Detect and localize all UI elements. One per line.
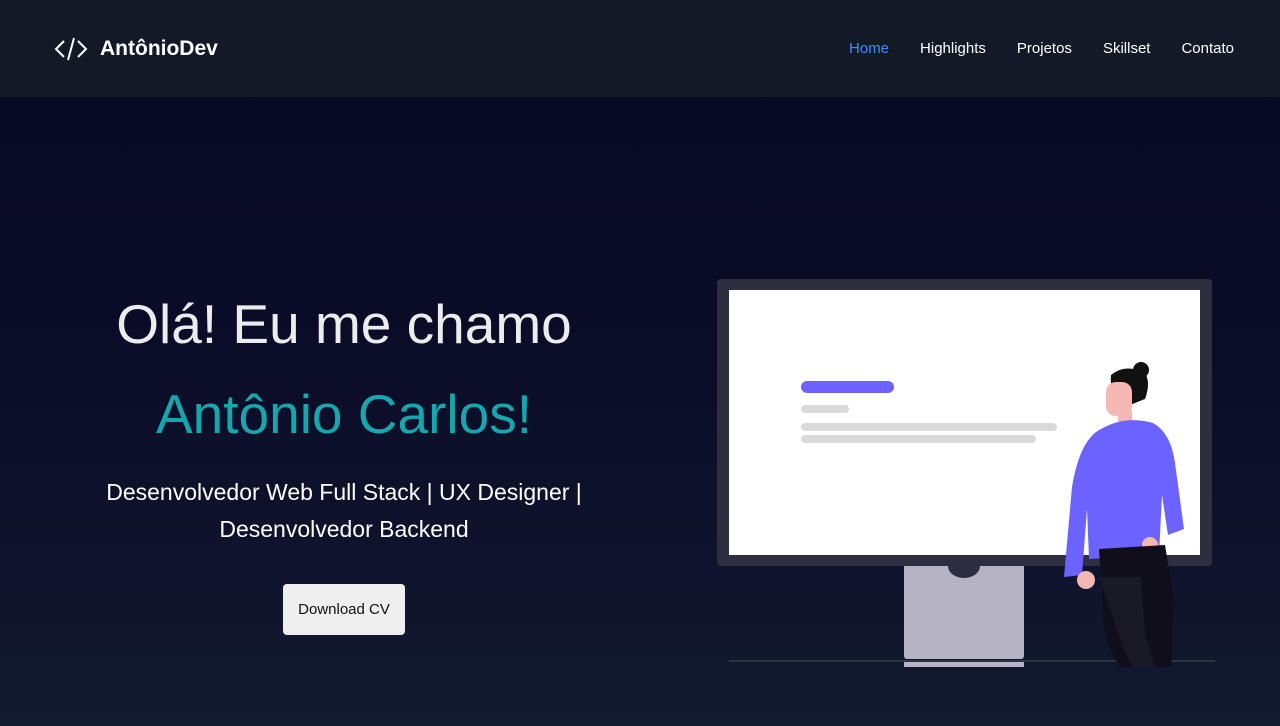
person-face [1106,382,1132,416]
hero-greeting: Olá! Eu me chamo [116,293,572,355]
screen-line [801,423,1057,431]
hero-roles: Desenvolvedor Web Full Stack | UX Design… [70,474,618,548]
hero-illustration [717,279,1215,667]
screen-accent-bar [801,381,894,393]
brand-name: AntônioDev [100,36,218,60]
nav-link-skillset[interactable]: Skillset [1103,40,1151,57]
hero-roles-line1: Desenvolvedor Web Full Stack | UX Design… [106,479,582,505]
navbar: AntônioDev Home Highlights Projetos Skil… [0,0,1280,97]
nav-link-contato[interactable]: Contato [1181,40,1234,57]
hero-text: Olá! Eu me chamo Antônio Carlos! Desenvo… [70,292,618,635]
person-hand [1077,571,1095,589]
hero-name: Antônio Carlos! [155,383,533,445]
code-icon [54,37,88,60]
screen-line [801,435,1036,443]
monitor-stand-base [904,662,1024,667]
hero-section: Olá! Eu me chamo Antônio Carlos! Desenvo… [0,97,1280,726]
nav-link-home[interactable]: Home [849,40,889,57]
download-cv-button[interactable]: Download CV [283,584,405,635]
screen-line [801,405,849,413]
hero-roles-line2: Desenvolvedor Backend [219,516,469,542]
nav-link-highlights[interactable]: Highlights [920,40,986,57]
main-nav: Home Highlights Projetos Skillset Contat… [849,40,1234,57]
nav-link-projetos[interactable]: Projetos [1017,40,1072,57]
brand-logo[interactable]: AntônioDev [54,36,218,62]
